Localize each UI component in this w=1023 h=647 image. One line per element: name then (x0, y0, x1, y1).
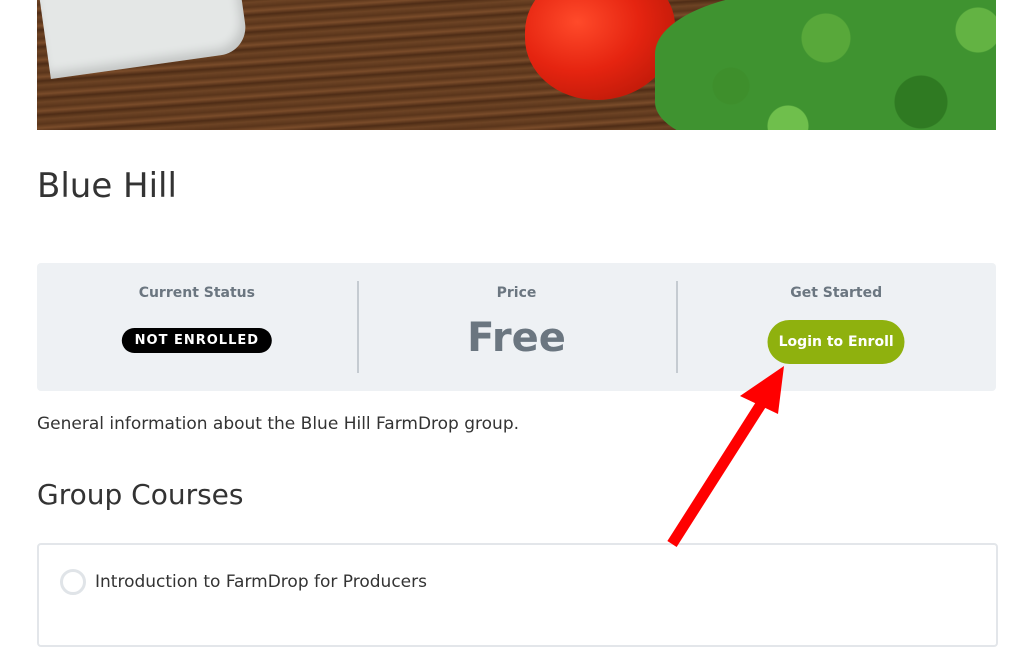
page-title: Blue Hill (37, 166, 177, 206)
status-badge: NOT ENROLLED (121, 328, 273, 353)
course-title-link[interactable]: Introduction to FarmDrop for Producers (95, 572, 427, 592)
price-column: Price Free (356, 263, 677, 391)
red-pepper-decoration (525, 0, 675, 100)
status-heading: Current Status (138, 285, 255, 301)
group-courses-heading: Group Courses (37, 478, 244, 511)
group-description: General information about the Blue Hill … (37, 414, 520, 434)
get-started-column: Get Started Login to Enroll (676, 263, 996, 391)
get-started-heading: Get Started (790, 285, 883, 301)
price-value: Free (467, 315, 566, 361)
cloth-decoration (37, 0, 249, 80)
price-heading: Price (496, 285, 537, 301)
lettuce-decoration (655, 0, 996, 130)
hero-banner-image (37, 0, 996, 130)
login-to-enroll-button[interactable]: Login to Enroll (767, 320, 905, 364)
enrollment-info-box: Current Status NOT ENROLLED Price Free G… (37, 263, 996, 391)
status-column: Current Status NOT ENROLLED (37, 263, 357, 391)
course-list: Introduction to FarmDrop for Producers (37, 543, 998, 647)
course-status-circle-icon (60, 569, 86, 595)
course-item[interactable]: Introduction to FarmDrop for Producers (60, 569, 427, 595)
